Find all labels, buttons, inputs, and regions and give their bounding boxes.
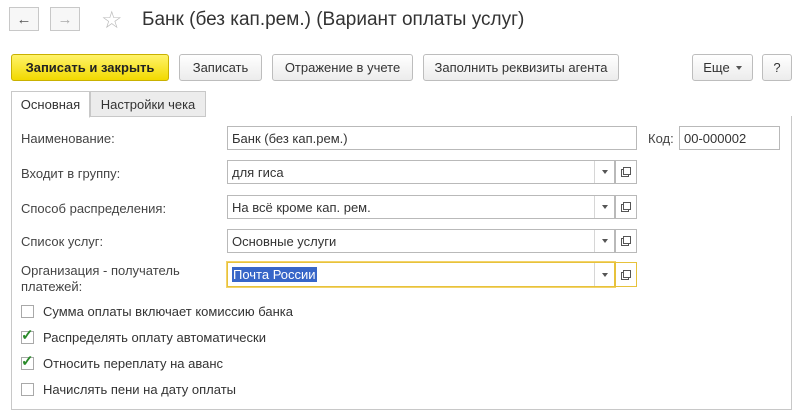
distribution-value: На всё кроме кап. рем. [232,199,371,215]
auto-distribute-checkbox[interactable]: ✓ [21,327,34,344]
help-button[interactable]: ? [762,54,792,81]
org-label-line1: Организация - получатель [21,263,180,278]
auto-distribute-checkbox-label: Распределять оплату автоматически [43,330,266,345]
open-form-icon [621,269,631,280]
org-label: Организация - получатель платежей: [21,263,180,295]
code-value: 00-000002 [684,130,747,146]
code-input[interactable]: 00-000002 [679,126,780,150]
star-icon[interactable]: ☆ [101,6,123,35]
chevron-down-icon[interactable] [594,196,614,218]
org-value-wrapper: Почта России [228,267,594,282]
more-button[interactable]: Еще [692,54,753,81]
tab-receipt-settings[interactable]: Настройки чека [90,91,206,117]
open-form-icon [621,202,631,212]
back-button[interactable]: ← [9,7,39,31]
services-label: Список услуг: [21,234,104,249]
group-open-button[interactable] [615,160,637,184]
overpayment-advance-checkbox[interactable]: ✓ [21,353,34,370]
org-label-line2: платежей: [21,279,83,294]
distribution-open-button[interactable] [615,195,637,219]
chevron-down-icon [735,65,742,70]
forward-button[interactable]: → [50,7,80,31]
code-label: Код: [648,131,674,146]
open-form-icon [621,236,631,246]
name-input[interactable]: Банк (без кап.рем.) [227,126,637,150]
window-title: Банк (без кап.рем.) (Вариант оплаты услу… [142,9,525,30]
services-select[interactable]: Основные услуги [227,229,615,253]
org-select[interactable]: Почта России [227,262,615,287]
distribution-select[interactable]: На всё кроме кап. рем. [227,195,615,219]
penalty-checkbox[interactable] [21,383,34,396]
commission-checkbox-label: Сумма оплаты включает комиссию банка [43,304,293,319]
chevron-down-icon[interactable] [594,161,614,183]
fill-agent-button[interactable]: Заполнить реквизиты агента [423,54,619,81]
posting-button[interactable]: Отражение в учете [272,54,413,81]
group-value: для гиса [232,164,284,180]
group-label: Входит в группу: [21,166,121,181]
chevron-down-icon[interactable] [594,263,614,286]
overpayment-advance-checkbox-label: Относить переплату на аванс [43,356,224,371]
arrow-left-icon: ← [16,10,32,28]
name-label: Наименование: [21,131,115,146]
distribution-label: Способ распределения: [21,201,167,216]
arrow-right-icon: → [57,10,73,28]
auto-distribute-checkbox-row[interactable]: ✓ Распределять оплату автоматически [21,327,266,345]
checkmark-icon: ✓ [21,353,34,370]
penalty-checkbox-label: Начислять пени на дату оплаты [43,382,237,397]
name-value: Банк (без кап.рем.) [232,130,348,146]
group-select[interactable]: для гиса [227,160,615,184]
services-value: Основные услуги [232,233,337,249]
tab-main[interactable]: Основная [11,91,90,118]
overpayment-advance-checkbox-row[interactable]: ✓ Относить переплату на аванс [21,353,224,371]
more-label: Еще [703,60,730,75]
org-open-button[interactable] [615,262,637,287]
org-value: Почта России [232,267,317,282]
commission-checkbox[interactable] [21,305,34,318]
penalty-checkbox-row[interactable]: Начислять пени на дату оплаты [21,382,236,397]
save-and-close-button[interactable]: Записать и закрыть [11,54,169,81]
services-open-button[interactable] [615,229,637,253]
open-form-icon [621,167,631,177]
commission-checkbox-row[interactable]: Сумма оплаты включает комиссию банка [21,304,293,319]
chevron-down-icon[interactable] [594,230,614,252]
checkmark-icon: ✓ [21,327,34,344]
save-button[interactable]: Записать [179,54,262,81]
